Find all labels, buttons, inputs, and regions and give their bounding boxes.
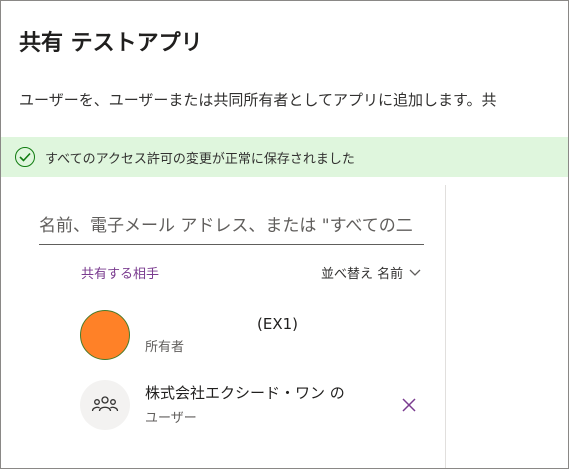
avatar: [80, 310, 130, 360]
banner-message: すべてのアクセス許可の変更が正常に保存されました: [45, 151, 355, 167]
close-icon[interactable]: [399, 395, 419, 415]
check-circle-icon: [15, 147, 35, 167]
dialog-title: 共有 テストアプリ: [19, 31, 203, 56]
panel-divider: [445, 185, 446, 468]
group-icon: [80, 380, 130, 430]
dialog-description: ユーザーを、ユーザーまたは共同所有者としてアプリに追加します。共: [19, 91, 497, 109]
sort-label: 並べ替え 名前: [321, 267, 404, 282]
search-input[interactable]: [39, 207, 424, 244]
share-dialog: 共有 テストアプリ ユーザーを、ユーザーまたは共同所有者としてアプリに追加します…: [0, 0, 569, 469]
person-name: (EX1): [257, 315, 299, 333]
sort-dropdown[interactable]: 並べ替え 名前: [321, 263, 421, 282]
success-banner: すべてのアクセス許可の変更が正常に保存されました: [1, 137, 568, 177]
chevron-down-icon: [409, 269, 421, 277]
share-with-label: 共有する相手: [81, 267, 160, 282]
person-role: ユーザー: [145, 411, 197, 426]
person-role: 所有者: [145, 340, 185, 355]
person-name: 株式会社エクシード・ワン の: [145, 384, 345, 402]
search-field[interactable]: [39, 207, 424, 245]
